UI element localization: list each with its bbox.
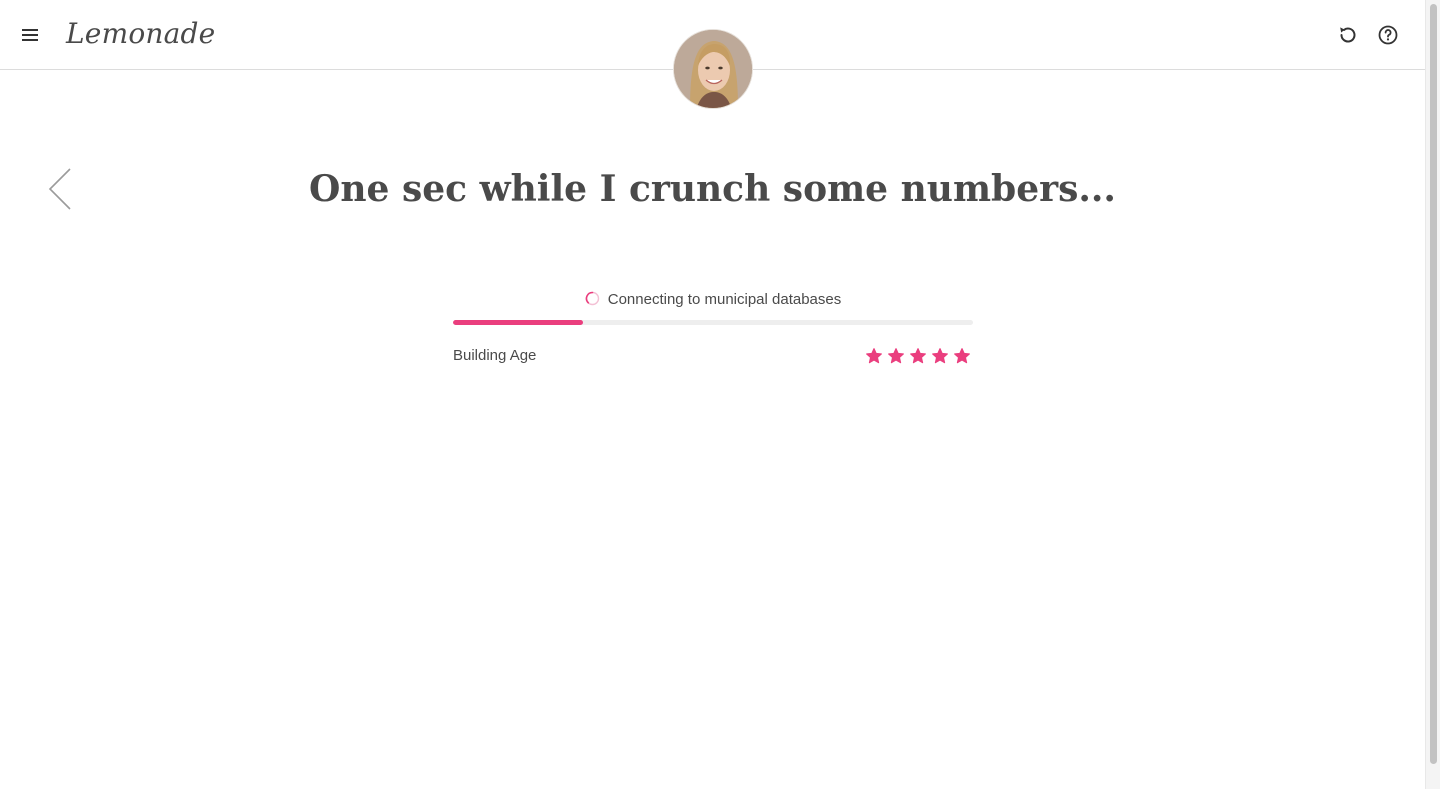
progress-bar: [453, 320, 973, 325]
progress-bar-fill: [453, 320, 583, 325]
rating-label: Building Age: [453, 347, 537, 364]
progress-section: Connecting to municipal databases Buildi…: [453, 288, 973, 367]
vertical-scrollbar[interactable]: [1425, 0, 1440, 789]
star-icon: [888, 348, 904, 364]
rating-row: Building Age: [453, 345, 973, 367]
star-icon: [866, 348, 882, 364]
loading-spinner-icon: [585, 290, 600, 306]
agent-avatar: [673, 29, 753, 109]
main-area: Lemonade One sec while I crunch some num…: [0, 0, 1425, 789]
scrollbar-thumb[interactable]: [1430, 4, 1437, 764]
rating-stars: [865, 345, 971, 367]
hamburger-menu-icon[interactable]: [18, 23, 42, 47]
progress-status: Connecting to municipal databases: [453, 288, 973, 312]
lemonade-logo[interactable]: Lemonade: [66, 14, 215, 54]
help-question-icon[interactable]: [1376, 23, 1400, 47]
progress-status-text: Connecting to municipal databases: [607, 291, 842, 308]
star-icon: [932, 348, 948, 364]
app-root: Lemonade One sec while I crunch some num…: [0, 0, 1440, 789]
restart-icon[interactable]: [1336, 23, 1360, 47]
page-headline: One sec while I crunch some numbers...: [309, 168, 1116, 210]
star-icon: [910, 348, 926, 364]
star-icon: [954, 348, 970, 364]
